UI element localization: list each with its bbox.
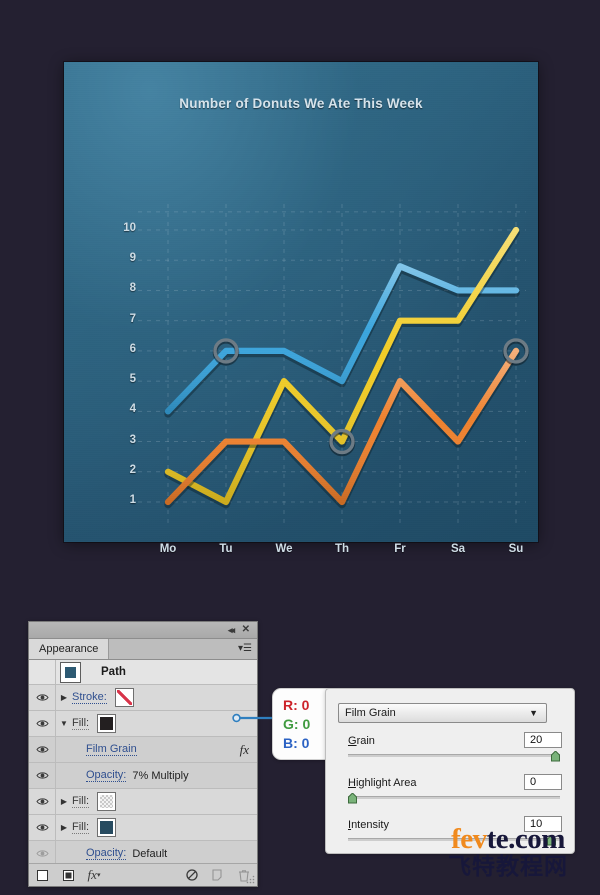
y-axis-tick-label: 3 [129, 433, 136, 446]
x-axis-tick-label: Sa [450, 543, 466, 555]
appearance-panel[interactable]: ◂◂ ✕ Appearance ▾☰ Path ▶ Stroke: ▼ Fill: Fil… [28, 621, 258, 887]
appearance-row-fill-3[interactable]: ▶ Fill: [29, 815, 257, 841]
appearance-row-label[interactable]: Opacity: [86, 769, 127, 782]
chevron-right-icon[interactable]: ▶ [56, 693, 72, 702]
y-axis-tick-label: 9 [129, 252, 136, 265]
field-slider-knob[interactable] [348, 791, 357, 804]
watermark-chinese: 飞特教程网 [448, 854, 568, 880]
chevron-down-icon[interactable]: ▼ [56, 719, 72, 728]
color-swatch-dark[interactable] [97, 714, 117, 733]
color-swatch-checker[interactable] [97, 792, 117, 811]
appearance-row-fill-2[interactable]: ▶ Fill: [29, 789, 257, 815]
x-axis-tick-label: Tu [219, 543, 233, 555]
x-axis-tick-label: Su [508, 543, 524, 555]
appearance-target-name: Path [101, 666, 126, 678]
appearance-row-list: Path ▶ Stroke: ▼ Fill: Film Grain fx Opacity: 7%… [29, 660, 257, 867]
field-value-input[interactable]: 10 [524, 816, 562, 832]
film-grain-dialog[interactable]: Film Grain ▼ Grain 20 Highlight Area 0 Inten… [325, 688, 575, 854]
appearance-row-value: 7% Multiply [132, 769, 189, 782]
chart-card: Number of Donuts We Ate This Week 123456… [64, 62, 538, 555]
x-axis-tick-label: We [275, 543, 293, 555]
add-new-stroke-icon[interactable] [29, 869, 55, 881]
double-left-chevron-icon[interactable]: ◂◂ [228, 624, 235, 636]
close-icon[interactable]: ✕ [242, 624, 250, 636]
panel-footer: fx ▾ [29, 863, 257, 886]
row-spacer [29, 660, 56, 684]
appearance-row-value: Default [132, 847, 168, 860]
y-axis-tick-label: 6 [129, 342, 136, 355]
appearance-row-film-grain[interactable]: Film Grain fx [29, 737, 257, 763]
appearance-row-label[interactable]: Opacity: [86, 847, 127, 860]
film-grain-field: Grain 20 [348, 732, 562, 762]
panel-resize-grip[interactable] [246, 875, 255, 884]
x-axis-tick-label: Th [334, 543, 350, 555]
clear-appearance-icon[interactable] [179, 869, 205, 881]
y-axis-tick-label: 4 [129, 403, 136, 416]
tab-appearance-label: Appearance [39, 643, 99, 655]
add-new-fill-icon[interactable] [55, 869, 81, 881]
x-axis-tick-label: Fr [394, 543, 406, 555]
appearance-row-label[interactable]: Film Grain [86, 743, 137, 756]
path-thumbnail-icon [60, 661, 81, 683]
appearance-row-label[interactable]: Stroke: [72, 691, 107, 704]
y-axis-tick-label: 7 [129, 312, 136, 325]
appearance-row-fill-1[interactable]: ▼ Fill: [29, 711, 257, 737]
chevron-right-icon[interactable]: ▶ [56, 823, 72, 832]
add-new-effect-icon[interactable]: fx ▾ [81, 867, 107, 883]
field-slider-knob[interactable] [546, 833, 556, 846]
visibility-eye-icon[interactable] [29, 711, 56, 736]
panel-menu-icon[interactable]: ▾☰ [238, 643, 252, 655]
effect-select-value: Film Grain [345, 707, 396, 719]
duplicate-item-icon[interactable] [205, 869, 231, 881]
visibility-eye-icon[interactable] [29, 763, 56, 788]
y-axis-tick-label: 10 [123, 222, 136, 234]
color-swatch-blue[interactable] [97, 818, 117, 837]
visibility-eye-icon[interactable] [29, 789, 56, 814]
field-slider-track[interactable] [348, 796, 560, 799]
color-swatch-none[interactable] [114, 688, 134, 707]
film-grain-field: Intensity 10 [348, 816, 562, 846]
appearance-row-path[interactable]: Path [29, 660, 257, 685]
panel-tab-row: Appearance ▾☰ [29, 639, 257, 660]
appearance-row-opacity-1[interactable]: Opacity: 7% Multiply [29, 763, 257, 789]
visibility-eye-icon[interactable] [29, 737, 56, 762]
field-slider-knob[interactable] [551, 749, 560, 762]
fx-indicator-icon: fx [239, 741, 249, 757]
chevron-right-icon[interactable]: ▶ [56, 797, 72, 806]
visibility-eye-icon[interactable] [29, 815, 56, 840]
appearance-row-label[interactable]: Fill: [72, 717, 90, 730]
appearance-row-stroke[interactable]: ▶ Stroke: [29, 685, 257, 711]
chevron-down-icon: ▼ [529, 708, 538, 718]
artboard-canvas: Number of Donuts We Ate This Week 123456… [0, 0, 600, 600]
field-value-input[interactable]: 0 [524, 774, 562, 790]
field-slider-track[interactable] [348, 838, 560, 841]
appearance-row-label[interactable]: Fill: [72, 795, 90, 808]
panel-titlebar: ◂◂ ✕ [29, 622, 257, 639]
y-axis-tick-label: 2 [129, 463, 136, 476]
x-axis-tick-label: Mo [159, 543, 177, 555]
y-axis-tick-label: 8 [129, 282, 136, 295]
effect-select[interactable]: Film Grain ▼ [338, 703, 547, 723]
appearance-row-label[interactable]: Fill: [72, 821, 90, 834]
y-axis-tick-label: 5 [129, 373, 136, 386]
film-grain-field: Highlight Area 0 [348, 774, 562, 804]
tab-appearance[interactable]: Appearance [29, 639, 110, 659]
y-axis-tick-label: 1 [129, 494, 136, 506]
field-slider-track[interactable] [348, 754, 560, 757]
visibility-eye-icon[interactable] [29, 685, 56, 710]
field-value-input[interactable]: 20 [524, 732, 562, 748]
